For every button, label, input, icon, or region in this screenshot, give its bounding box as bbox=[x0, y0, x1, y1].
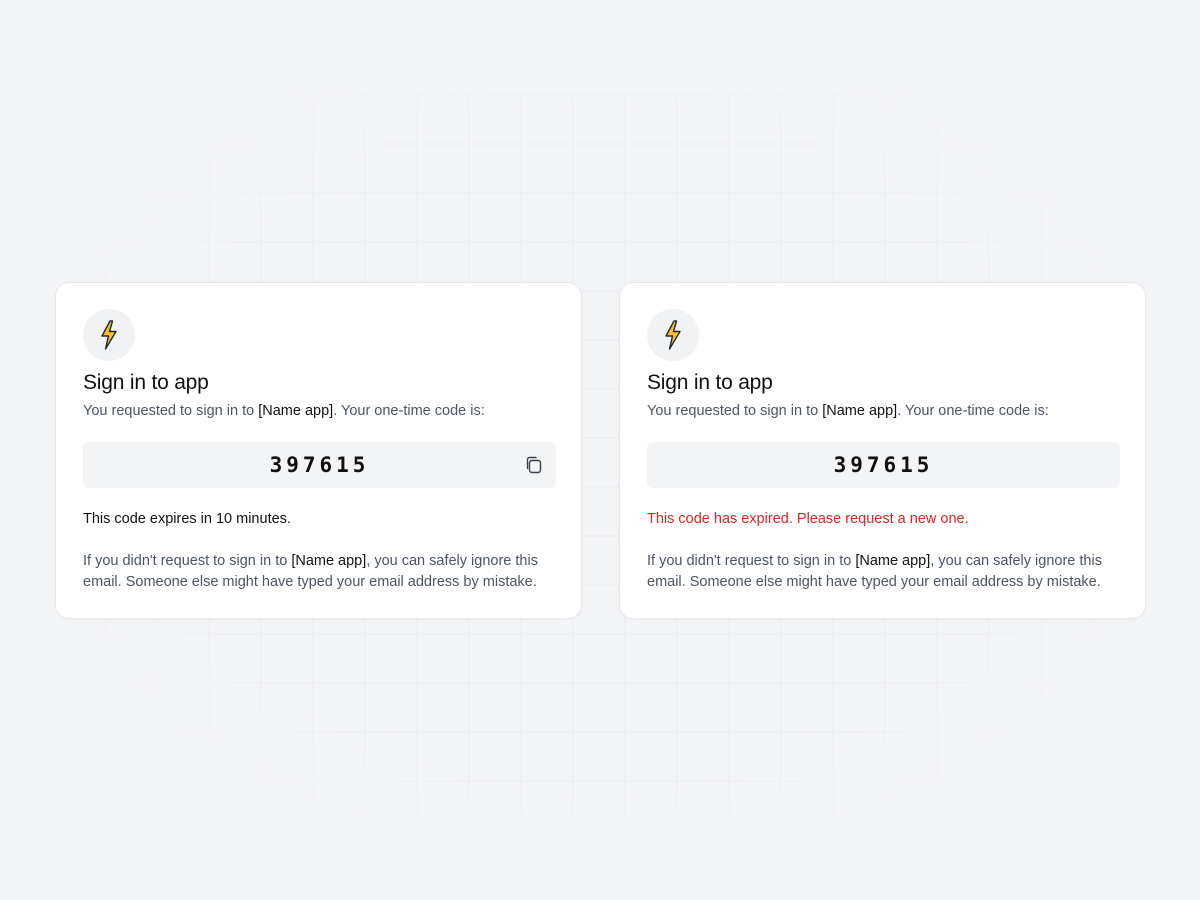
code-expired-status: This code has expired. Please request a … bbox=[647, 511, 969, 527]
disclaimer-text: If you didn't request to sign in to [Nam… bbox=[83, 551, 563, 593]
subtitle-text-post: . Your one-time code is: bbox=[333, 403, 485, 419]
one-time-code: 397615 bbox=[833, 453, 934, 477]
app-name: [Name app] bbox=[291, 553, 367, 569]
sign-in-card-active: Sign in to app You requested to sign in … bbox=[55, 282, 582, 619]
subtitle-text-pre: You requested to sign in to bbox=[647, 403, 823, 419]
app-name: [Name app] bbox=[822, 403, 898, 419]
app-name: [Name app] bbox=[855, 553, 931, 569]
lightning-bolt-icon bbox=[647, 309, 699, 361]
card-subtitle: You requested to sign in to [Name app]. … bbox=[647, 403, 1049, 419]
page: Sign in to app You requested to sign in … bbox=[0, 0, 1200, 900]
subtitle-text-post: . Your one-time code is: bbox=[897, 403, 1049, 419]
card-title: Sign in to app bbox=[647, 371, 773, 394]
disclaimer-pre: If you didn't request to sign in to bbox=[647, 553, 856, 569]
copy-icon[interactable] bbox=[523, 454, 545, 476]
card-subtitle: You requested to sign in to [Name app]. … bbox=[83, 403, 485, 419]
code-expiry-status: This code expires in 10 minutes. bbox=[83, 511, 291, 527]
app-name: [Name app] bbox=[258, 403, 334, 419]
lightning-bolt-icon bbox=[83, 309, 135, 361]
disclaimer-pre: If you didn't request to sign in to bbox=[83, 553, 292, 569]
disclaimer-text: If you didn't request to sign in to [Nam… bbox=[647, 551, 1127, 593]
code-box: 397615 bbox=[647, 442, 1120, 488]
code-box: 397615 bbox=[83, 442, 556, 488]
card-title: Sign in to app bbox=[83, 371, 209, 394]
sign-in-card-expired: Sign in to app You requested to sign in … bbox=[619, 282, 1146, 619]
subtitle-text-pre: You requested to sign in to bbox=[83, 403, 259, 419]
one-time-code[interactable]: 397615 bbox=[270, 453, 370, 477]
